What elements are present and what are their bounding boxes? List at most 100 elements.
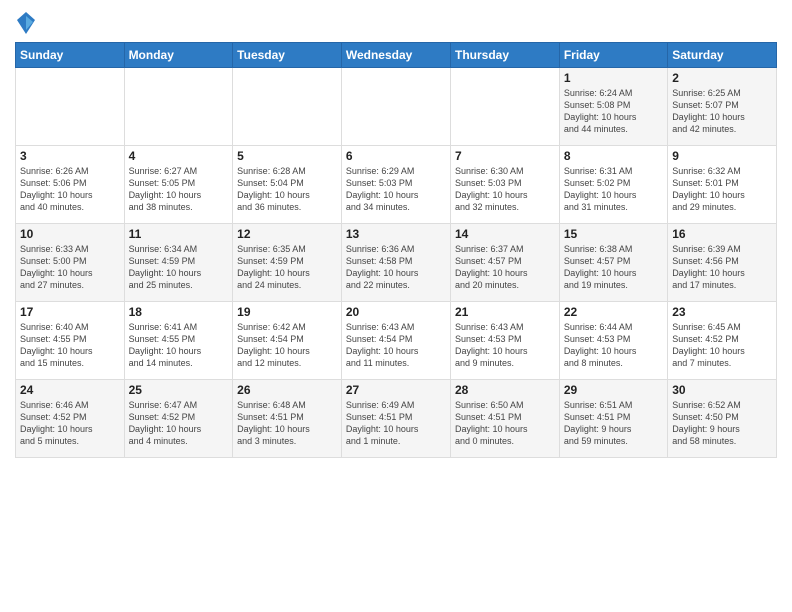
day-number: 6 — [346, 149, 446, 163]
calendar-cell — [450, 68, 559, 146]
day-info: Sunrise: 6:48 AM Sunset: 4:51 PM Dayligh… — [237, 399, 337, 448]
calendar-cell: 18Sunrise: 6:41 AM Sunset: 4:55 PM Dayli… — [124, 302, 233, 380]
day-info: Sunrise: 6:40 AM Sunset: 4:55 PM Dayligh… — [20, 321, 120, 370]
calendar-cell: 21 Sunrise: 6:43 AM Sunset: 4:53 PM Dayli… — [450, 302, 559, 380]
day-info: Sunrise: 6:38 AM Sunset: 4:57 PM Dayligh… — [564, 243, 663, 292]
calendar-week-2: 3 Sunrise: 6:26 AM Sunset: 5:06 PM Daylig… — [16, 146, 777, 224]
day-number: 18 — [129, 305, 229, 319]
calendar-cell: 4 Sunrise: 6:27 AM Sunset: 5:05 PM Daylig… — [124, 146, 233, 224]
calendar-cell: 16 Sunrise: 6:39 AM Sunset: 4:56 PM Dayli… — [668, 224, 777, 302]
day-number: 2 — [672, 71, 772, 85]
calendar-cell: 19 Sunrise: 6:42 AM Sunset: 4:54 PM Dayli… — [233, 302, 342, 380]
calendar-cell: 12 Sunrise: 6:35 AM Sunset: 4:59 PM Dayli… — [233, 224, 342, 302]
day-info: Sunrise: 6:34 AM Sunset: 4:59 PM Dayligh… — [129, 243, 229, 292]
calendar-header-thursday: Thursday — [450, 43, 559, 68]
day-number: 16 — [672, 227, 772, 241]
day-info: Sunrise: 6:33 AM Sunset: 5:00 PM Dayligh… — [20, 243, 120, 292]
day-number: 25 — [129, 383, 229, 397]
day-number: 9 — [672, 149, 772, 163]
logo — [15, 14, 35, 34]
calendar-cell: 29 Sunrise: 6:51 AM Sunset: 4:51 PM Dayli… — [559, 380, 667, 458]
page-container: SundayMondayTuesdayWednesdayThursdayFrid… — [0, 0, 792, 612]
day-number: 3 — [20, 149, 120, 163]
calendar-cell: 2 Sunrise: 6:25 AM Sunset: 5:07 PM Daylig… — [668, 68, 777, 146]
calendar-week-4: 17 Sunrise: 6:40 AM Sunset: 4:55 PM Dayli… — [16, 302, 777, 380]
calendar-cell: 5 Sunrise: 6:28 AM Sunset: 5:04 PM Daylig… — [233, 146, 342, 224]
calendar-cell: 8 Sunrise: 6:31 AM Sunset: 5:02 PM Daylig… — [559, 146, 667, 224]
calendar-week-1: 1Sunrise: 6:24 AM Sunset: 5:08 PM Daylig… — [16, 68, 777, 146]
calendar-header-friday: Friday — [559, 43, 667, 68]
calendar-table: SundayMondayTuesdayWednesdayThursdayFrid… — [15, 42, 777, 458]
day-info: Sunrise: 6:28 AM Sunset: 5:04 PM Dayligh… — [237, 165, 337, 214]
calendar-header-sunday: Sunday — [16, 43, 125, 68]
day-info: Sunrise: 6:24 AM Sunset: 5:08 PM Dayligh… — [564, 87, 663, 136]
header — [15, 10, 777, 34]
calendar-cell: 3 Sunrise: 6:26 AM Sunset: 5:06 PM Daylig… — [16, 146, 125, 224]
day-info: Sunrise: 6:44 AM Sunset: 4:53 PM Dayligh… — [564, 321, 663, 370]
day-number: 14 — [455, 227, 555, 241]
calendar-cell — [124, 68, 233, 146]
day-number: 24 — [20, 383, 120, 397]
calendar-header-wednesday: Wednesday — [341, 43, 450, 68]
day-info: Sunrise: 6:47 AM Sunset: 4:52 PM Dayligh… — [129, 399, 229, 448]
calendar-cell: 25 Sunrise: 6:47 AM Sunset: 4:52 PM Dayli… — [124, 380, 233, 458]
day-number: 4 — [129, 149, 229, 163]
calendar-cell: 30 Sunrise: 6:52 AM Sunset: 4:50 PM Dayli… — [668, 380, 777, 458]
calendar-cell: 15Sunrise: 6:38 AM Sunset: 4:57 PM Dayli… — [559, 224, 667, 302]
calendar-cell: 11 Sunrise: 6:34 AM Sunset: 4:59 PM Dayli… — [124, 224, 233, 302]
day-info: Sunrise: 6:37 AM Sunset: 4:57 PM Dayligh… — [455, 243, 555, 292]
calendar-header-row: SundayMondayTuesdayWednesdayThursdayFrid… — [16, 43, 777, 68]
calendar-cell: 9Sunrise: 6:32 AM Sunset: 5:01 PM Daylig… — [668, 146, 777, 224]
day-number: 8 — [564, 149, 663, 163]
day-number: 22 — [564, 305, 663, 319]
day-info: Sunrise: 6:29 AM Sunset: 5:03 PM Dayligh… — [346, 165, 446, 214]
day-number: 21 — [455, 305, 555, 319]
calendar-cell: 14 Sunrise: 6:37 AM Sunset: 4:57 PM Dayli… — [450, 224, 559, 302]
calendar-cell — [341, 68, 450, 146]
day-number: 23 — [672, 305, 772, 319]
day-number: 7 — [455, 149, 555, 163]
calendar-week-3: 10 Sunrise: 6:33 AM Sunset: 5:00 PM Dayli… — [16, 224, 777, 302]
day-info: Sunrise: 6:39 AM Sunset: 4:56 PM Dayligh… — [672, 243, 772, 292]
day-number: 19 — [237, 305, 337, 319]
day-info: Sunrise: 6:35 AM Sunset: 4:59 PM Dayligh… — [237, 243, 337, 292]
day-info: Sunrise: 6:52 AM Sunset: 4:50 PM Dayligh… — [672, 399, 772, 448]
calendar-cell: 27 Sunrise: 6:49 AM Sunset: 4:51 PM Dayli… — [341, 380, 450, 458]
day-info: Sunrise: 6:50 AM Sunset: 4:51 PM Dayligh… — [455, 399, 555, 448]
day-info: Sunrise: 6:49 AM Sunset: 4:51 PM Dayligh… — [346, 399, 446, 448]
day-info: Sunrise: 6:43 AM Sunset: 4:53 PM Dayligh… — [455, 321, 555, 370]
calendar-cell: 20 Sunrise: 6:43 AM Sunset: 4:54 PM Dayli… — [341, 302, 450, 380]
day-number: 20 — [346, 305, 446, 319]
day-info: Sunrise: 6:45 AM Sunset: 4:52 PM Dayligh… — [672, 321, 772, 370]
calendar-cell: 28 Sunrise: 6:50 AM Sunset: 4:51 PM Dayli… — [450, 380, 559, 458]
calendar-cell: 1Sunrise: 6:24 AM Sunset: 5:08 PM Daylig… — [559, 68, 667, 146]
day-number: 10 — [20, 227, 120, 241]
calendar-cell — [16, 68, 125, 146]
day-number: 17 — [20, 305, 120, 319]
day-info: Sunrise: 6:51 AM Sunset: 4:51 PM Dayligh… — [564, 399, 663, 448]
calendar-week-5: 24Sunrise: 6:46 AM Sunset: 4:52 PM Dayli… — [16, 380, 777, 458]
day-info: Sunrise: 6:26 AM Sunset: 5:06 PM Dayligh… — [20, 165, 120, 214]
day-info: Sunrise: 6:31 AM Sunset: 5:02 PM Dayligh… — [564, 165, 663, 214]
day-number: 5 — [237, 149, 337, 163]
day-number: 28 — [455, 383, 555, 397]
day-info: Sunrise: 6:42 AM Sunset: 4:54 PM Dayligh… — [237, 321, 337, 370]
day-info: Sunrise: 6:43 AM Sunset: 4:54 PM Dayligh… — [346, 321, 446, 370]
day-number: 27 — [346, 383, 446, 397]
calendar-header-monday: Monday — [124, 43, 233, 68]
calendar-cell: 23 Sunrise: 6:45 AM Sunset: 4:52 PM Dayli… — [668, 302, 777, 380]
day-number: 26 — [237, 383, 337, 397]
day-number: 12 — [237, 227, 337, 241]
day-info: Sunrise: 6:30 AM Sunset: 5:03 PM Dayligh… — [455, 165, 555, 214]
day-info: Sunrise: 6:25 AM Sunset: 5:07 PM Dayligh… — [672, 87, 772, 136]
day-number: 29 — [564, 383, 663, 397]
logo-text — [15, 14, 35, 34]
day-info: Sunrise: 6:36 AM Sunset: 4:58 PM Dayligh… — [346, 243, 446, 292]
day-info: Sunrise: 6:27 AM Sunset: 5:05 PM Dayligh… — [129, 165, 229, 214]
calendar-cell: 13Sunrise: 6:36 AM Sunset: 4:58 PM Dayli… — [341, 224, 450, 302]
day-number: 11 — [129, 227, 229, 241]
calendar-cell: 17 Sunrise: 6:40 AM Sunset: 4:55 PM Dayli… — [16, 302, 125, 380]
calendar-cell: 26 Sunrise: 6:48 AM Sunset: 4:51 PM Dayli… — [233, 380, 342, 458]
logo-icon — [17, 12, 35, 34]
day-number: 30 — [672, 383, 772, 397]
